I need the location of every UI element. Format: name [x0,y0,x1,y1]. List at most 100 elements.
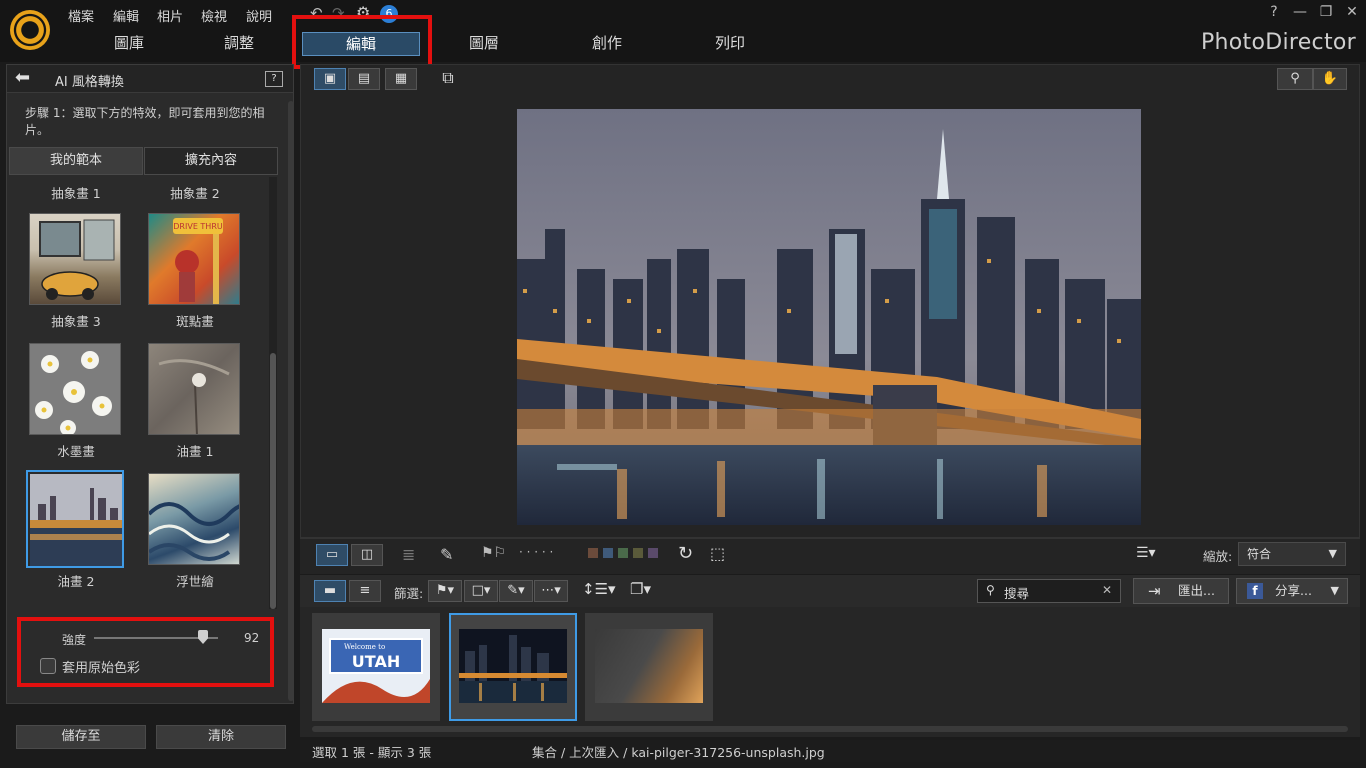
help-icon[interactable]: ? [1262,4,1286,24]
rotate-left-list-icon[interactable]: ≣ [402,545,415,564]
style-grid: 抽象畫 1 抽象畫 2 DRIVE THRU 抽象畫 3 斑點畫 水墨畫 油畫 … [7,177,283,617]
step-instruction: 步驟 1：選取下方的特效，即可套用到您的相片。 [25,106,265,137]
style-label: 水墨畫 [57,444,95,459]
menu-view[interactable]: 檢視 [201,6,227,25]
filmstrip-scrollbar[interactable] [312,726,1348,732]
sort-menu-icon[interactable]: ☰▾ [1136,545,1156,561]
color-label-red[interactable] [588,548,598,558]
zoom-select[interactable]: 符合 ▼ [1238,542,1346,566]
style-label: 油畫 2 [57,574,95,589]
tab-create[interactable]: 創作 [548,32,666,56]
chevron-down-icon: ▼ [1328,547,1337,560]
color-label-green[interactable] [618,548,628,558]
zoom-tool-icon[interactable]: ⚲ [1277,68,1313,90]
edit-filter-icon[interactable]: ✎▾ [499,580,533,602]
panel-header: ⬅ AI 風格轉換 ? [7,65,293,93]
utah-sign-text: UTAH [352,652,400,671]
rotate-icon[interactable]: ↻ [678,543,693,564]
close-icon[interactable]: ✕ [1340,4,1364,24]
second-monitor-icon[interactable]: ⧉ [434,68,462,90]
search-icon: ⚲ [986,583,995,597]
share-button[interactable]: f 分享... ▼ [1236,578,1348,604]
menu-edit[interactable]: 編輯 [113,6,139,25]
rating-filter-icon[interactable]: □▾ [464,580,498,602]
save-to-button[interactable]: 儲存至 [16,725,146,749]
search-input[interactable]: 搜尋 [1004,583,1029,602]
highlight-edit-tab [292,15,432,69]
zoom-value: 符合 [1247,547,1272,561]
compare-view-icon[interactable]: ▤ [348,68,380,90]
style-thumb-ink[interactable] [29,343,121,435]
style-label: 油畫 1 [176,444,214,459]
chevron-down-icon[interactable]: ▼ [1331,579,1339,603]
filter-label: 篩選: [394,586,424,601]
film-thumb-city[interactable] [449,613,577,721]
crop-icon[interactable]: ⬚ [710,544,725,563]
svg-text:DRIVE THRU: DRIVE THRU [173,222,223,231]
tab-library[interactable]: 圖庫 [70,32,188,56]
style-thumb-ukiyoe[interactable] [148,473,240,565]
more-filter-icon[interactable]: ⋯▾ [534,580,568,602]
export-button[interactable]: ⇥ 匯出... [1133,578,1229,604]
film-thumb-texture[interactable] [585,613,713,721]
flag-filter-icon[interactable]: ⚑▾ [428,580,462,602]
selection-count: 選取 1 張 - 顯示 3 張 [312,745,432,760]
facebook-icon: f [1247,583,1263,599]
tab-adjust[interactable]: 調整 [180,32,298,56]
tab-layers[interactable]: 圖層 [425,32,543,56]
zoom-label: 縮放: [1203,549,1233,564]
style-label: 斑點畫 [176,314,214,329]
pencil-icon[interactable]: ✎ [440,545,453,564]
search-field[interactable]: ⚲ ✕ [977,579,1121,603]
clear-button[interactable]: 清除 [156,725,286,749]
style-thumb-oil1[interactable] [148,343,240,435]
style-grid-scroll-thumb[interactable] [270,353,276,609]
panel-scrollbar[interactable] [288,101,294,701]
style-thumb-spotted[interactable]: DRIVE THRU [148,213,240,305]
menu-photo[interactable]: 相片 [157,6,183,25]
viewer-toolbar [300,538,1360,574]
sort-order-icon[interactable]: ↕☰▾ [582,580,616,598]
pan-hand-icon[interactable]: ✋ [1313,68,1347,90]
menu-file[interactable]: 檔案 [68,6,94,25]
style-label: 抽象畫 1 [51,186,101,201]
app-logo-icon[interactable] [10,10,50,50]
panel-title: AI 風格轉換 [55,75,124,90]
back-arrow-icon[interactable]: ⬅ [15,69,39,89]
ai-style-panel: ⬅ AI 風格轉換 ? 步驟 1：選取下方的特效，即可套用到您的相片。 我的範本… [6,64,294,704]
utah-welcome-text: Welcome to [344,643,385,651]
rating-dots[interactable]: · · · · · [519,545,553,559]
export-icon: ⇥ [1148,582,1161,600]
style-label: 抽象畫 2 [170,186,220,201]
style-thumb-abstract3[interactable] [29,213,121,305]
minimize-icon[interactable]: — [1288,4,1312,24]
export-label: 匯出... [1178,583,1215,598]
clear-search-icon[interactable]: ✕ [1102,583,1112,597]
list-view-icon[interactable]: ≡ [349,580,381,602]
grid-view-icon[interactable]: ▦ [385,68,417,90]
filmstrip-view-icon[interactable]: ▬ [314,580,346,602]
stack-icon[interactable]: ❐▾ [630,580,651,598]
film-thumb-utah[interactable]: Welcome to UTAH [312,613,440,721]
style-thumb-oil2[interactable] [26,470,124,568]
color-label-purple[interactable] [648,548,658,558]
restore-icon[interactable]: ❐ [1314,4,1338,24]
menu-help[interactable]: 說明 [246,6,272,25]
single-view-icon[interactable]: ▣ [314,68,346,90]
single-display-icon[interactable]: ▭ [316,544,348,566]
flag-icon[interactable]: ⚑⚐ [481,545,506,561]
top-bar: 檔案 編輯 相片 檢視 說明 ↶ ↷ ⚙ 6 ? — ❐ ✕ 圖庫 調整 編輯 … [0,0,1366,62]
tab-extensions[interactable]: 擴充內容 [144,147,278,175]
share-label: 分享... [1275,583,1312,598]
style-label: 浮世繪 [176,574,214,589]
panel-help-icon[interactable]: ? [265,71,283,87]
dual-display-icon[interactable]: ◫ [351,544,383,566]
status-bar: 選取 1 張 - 顯示 3 張 集合 / 上次匯入 / kai-pilger-3… [300,740,1360,762]
tab-my-templates[interactable]: 我的範本 [9,147,143,175]
edited-photo [517,109,1141,525]
tab-print[interactable]: 列印 [671,32,789,56]
color-label-blue[interactable] [603,548,613,558]
color-label-yellow[interactable] [633,548,643,558]
brand-name: PhotoDirector [1200,30,1356,55]
highlight-strength-area [17,617,274,687]
